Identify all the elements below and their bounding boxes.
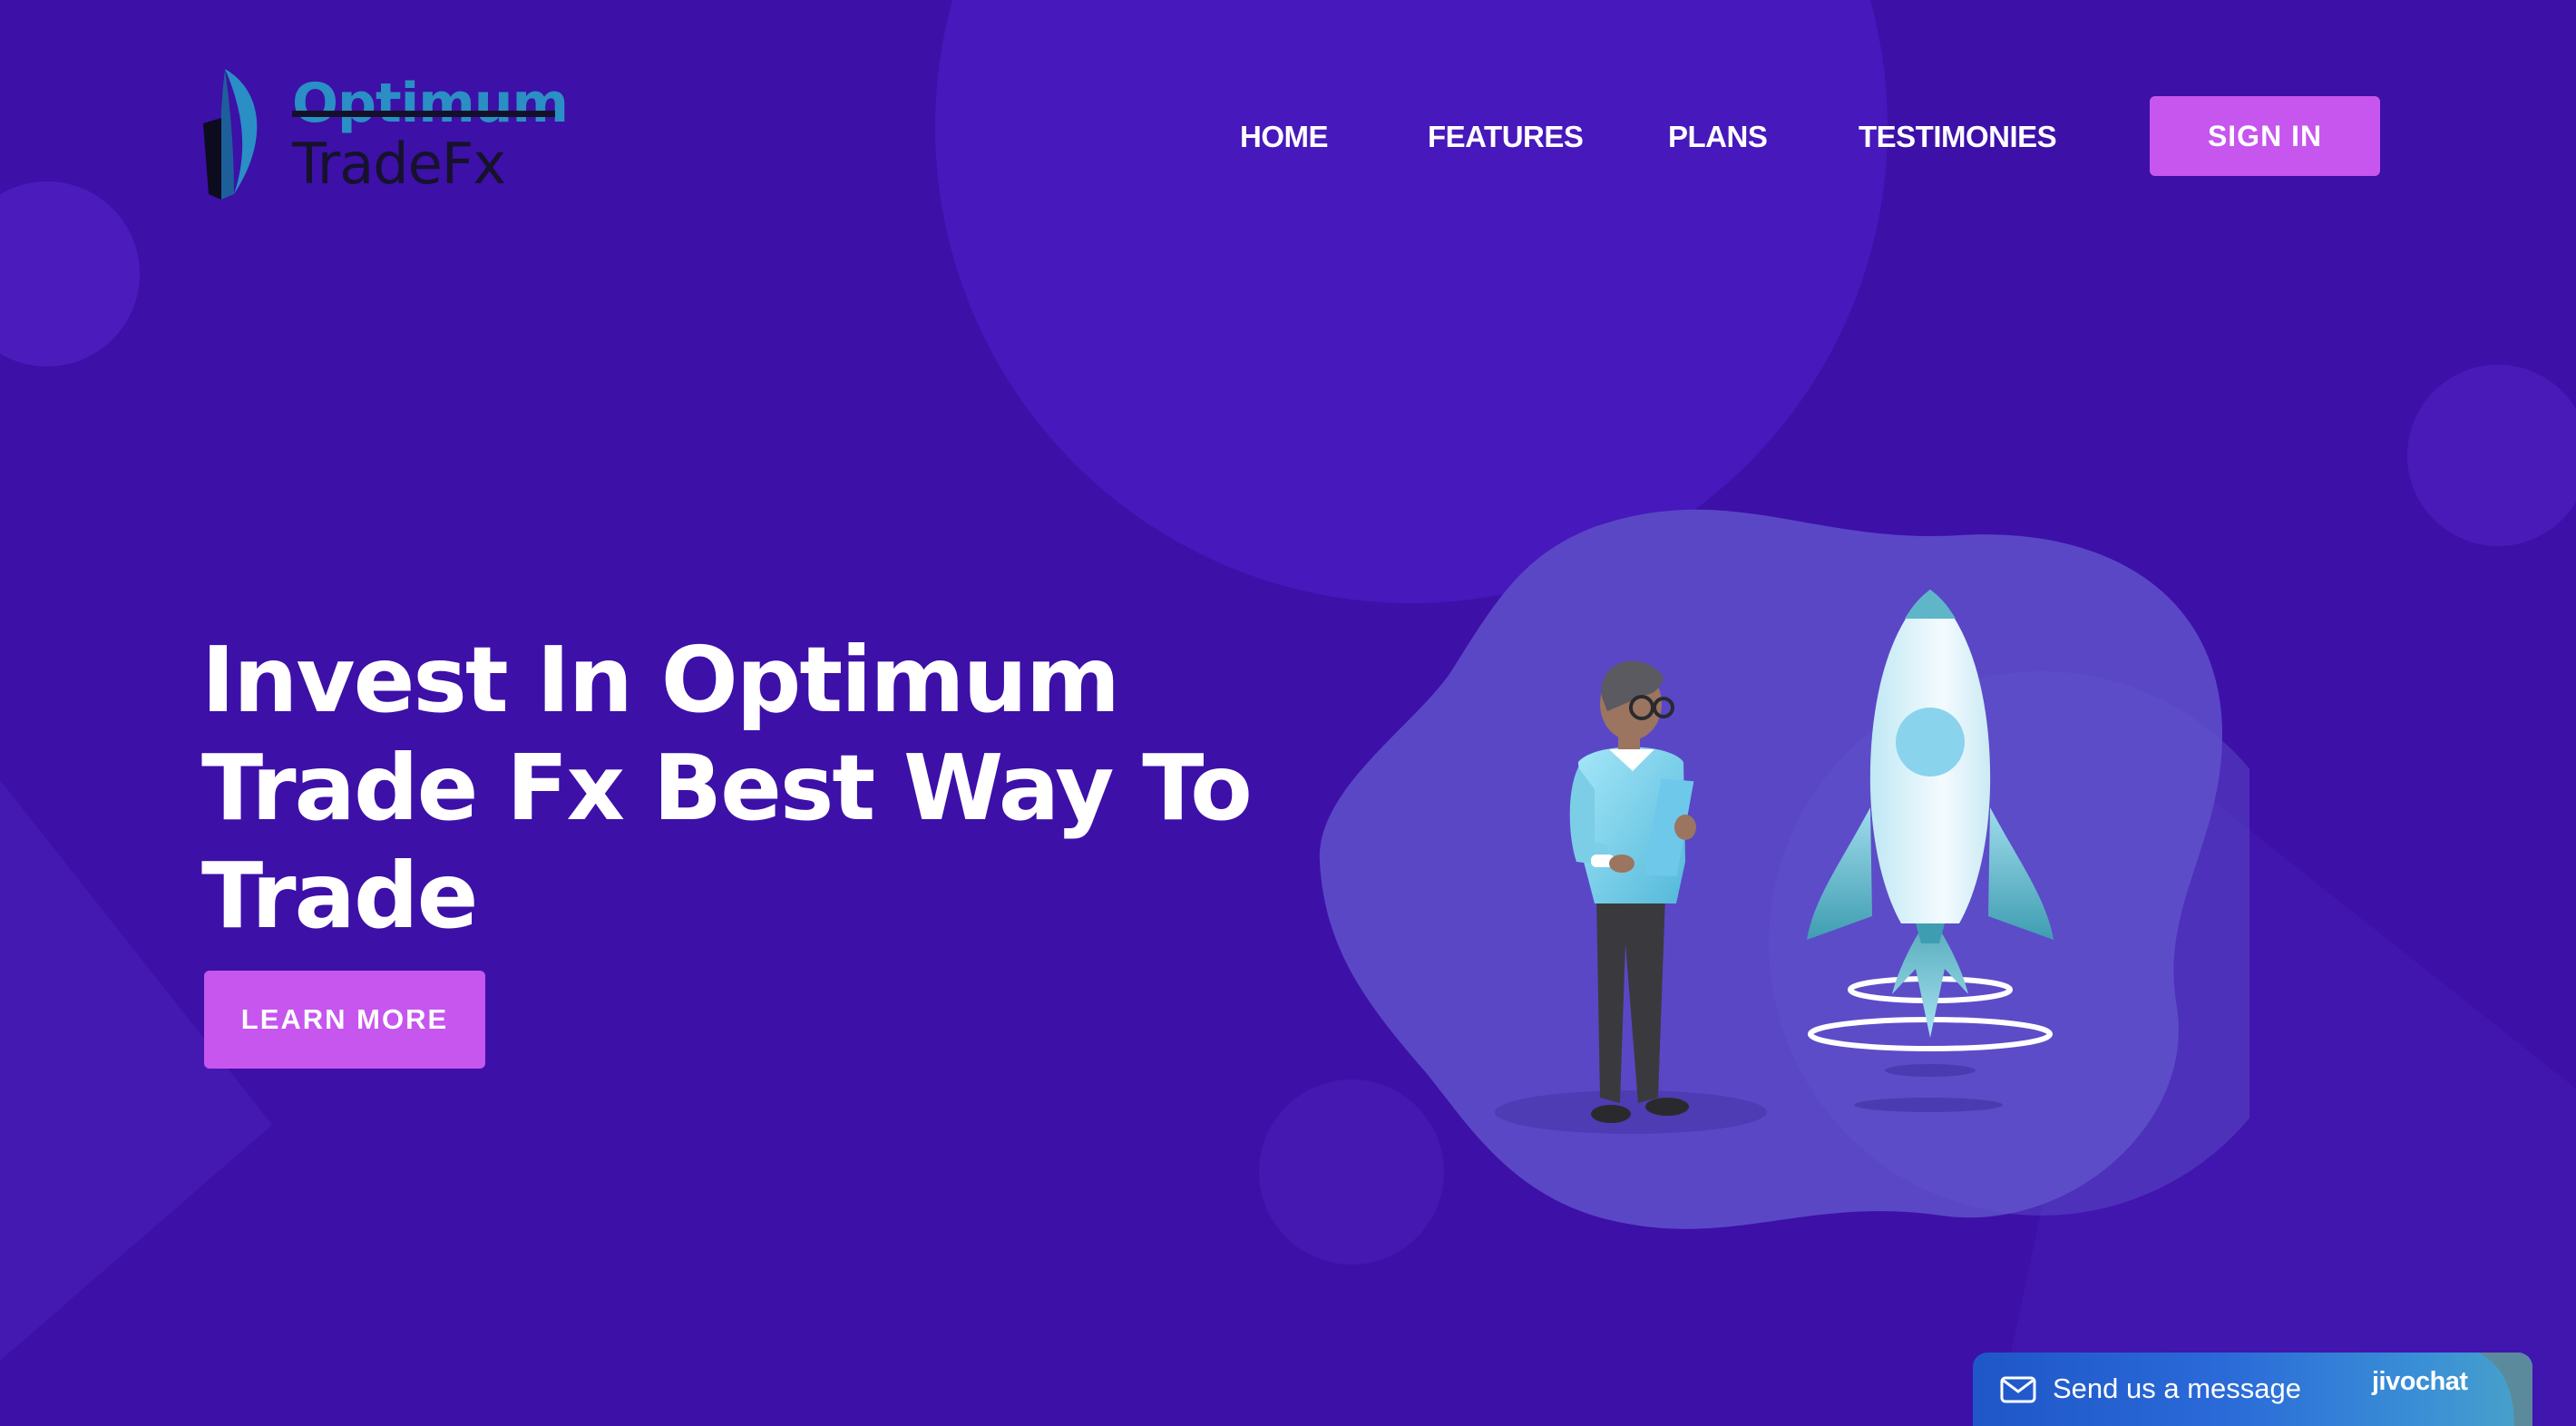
main-navigation: HOME FEATURES PLANS TESTIMONIES SIGN IN [0, 96, 2576, 178]
nav-plans[interactable]: PLANS [1668, 118, 1768, 156]
hero-illustration [1319, 509, 2249, 1229]
hero-title-line-1: Invest In Optimum [201, 627, 1120, 733]
chat-corner-decor [2478, 1353, 2532, 1426]
envelope-icon [2000, 1376, 2036, 1403]
chat-brand-label: jivochat [2372, 1367, 2468, 1396]
learn-more-button[interactable]: LEARN MORE [204, 971, 485, 1069]
nav-features[interactable]: FEATURES [1428, 118, 1584, 156]
nav-home[interactable]: HOME [1240, 118, 1329, 156]
hero-title-line-3: Trade [201, 843, 478, 949]
nav-testimonies[interactable]: TESTIMONIES [1859, 118, 2057, 156]
chat-message-label: Send us a message [2053, 1372, 2302, 1404]
hero-title-line-2: Trade Fx Best Way To [201, 735, 1253, 841]
chat-widget[interactable]: Send us a message jivochat [1973, 1353, 2532, 1426]
hero-title: Invest In Optimum Trade Fx Best Way To T… [201, 626, 1290, 950]
rocket-shadow-small [1885, 1064, 1976, 1077]
page: { "logo": { "line1": "Optimum", "line2":… [0, 0, 2576, 1426]
sign-in-button[interactable]: SIGN IN [2150, 96, 2380, 176]
rocket-shadow [1854, 1098, 2003, 1112]
person-shadow [1495, 1090, 1767, 1134]
